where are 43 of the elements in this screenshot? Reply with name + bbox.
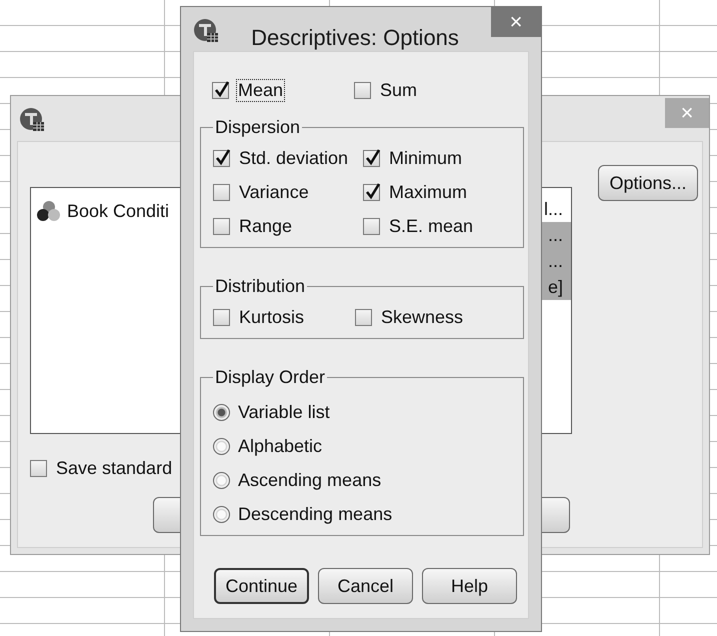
- dialog-button[interactable]: Help: [422, 568, 517, 604]
- checkbox[interactable]: [363, 184, 380, 201]
- checkbox-label: Range: [238, 216, 294, 237]
- options-button[interactable]: Options...: [598, 165, 698, 201]
- window-title: Descriptives: Options: [250, 25, 460, 51]
- radio-label: Variable list: [238, 402, 330, 423]
- checkbox-label: Minimum: [388, 148, 464, 169]
- close-button[interactable]: ×: [491, 7, 541, 37]
- checkbox[interactable]: [212, 82, 229, 99]
- checkbox[interactable]: [30, 460, 47, 477]
- checkbox-label: S.E. mean: [388, 216, 474, 237]
- radio-label: Alphabetic: [238, 436, 322, 457]
- group-title: Distribution: [214, 276, 306, 297]
- table-icon: [193, 19, 219, 43]
- checkbox-label: Maximum: [388, 182, 468, 203]
- checkbox-label: Save standard: [55, 458, 174, 479]
- radio-button[interactable]: [213, 506, 230, 523]
- checkbox[interactable]: [213, 309, 230, 326]
- checkbox-label: Variance: [238, 182, 310, 203]
- radio-button[interactable]: [213, 472, 230, 489]
- nominal-variable-icon: [37, 200, 61, 222]
- checkbox[interactable]: [363, 150, 380, 167]
- checkbox-label: Sum: [379, 80, 418, 101]
- radio-button[interactable]: [213, 438, 230, 455]
- checkbox[interactable]: [213, 184, 230, 201]
- checkbox-label: Skewness: [380, 307, 464, 328]
- checkbox-label: Std. deviation: [238, 148, 350, 169]
- checkbox[interactable]: [354, 82, 372, 99]
- group-title: Dispersion: [214, 117, 302, 138]
- radio-label: Ascending means: [238, 470, 382, 491]
- dialog-button[interactable]: Continue: [214, 568, 309, 604]
- checkbox[interactable]: [213, 218, 230, 235]
- radio-label: Descending means: [238, 504, 392, 525]
- checkbox-label: Mean: [237, 80, 284, 101]
- checkbox[interactable]: [363, 218, 380, 235]
- variable-item[interactable]: Book Conditi: [67, 200, 170, 222]
- checkbox[interactable]: [355, 309, 372, 326]
- group-title: Display Order: [214, 367, 326, 388]
- dialog-button[interactable]: Cancel: [318, 568, 413, 604]
- table-icon: [19, 108, 45, 132]
- checkbox[interactable]: [213, 150, 230, 167]
- checkbox-label: Kurtosis: [238, 307, 306, 328]
- radio-button[interactable]: [213, 404, 230, 421]
